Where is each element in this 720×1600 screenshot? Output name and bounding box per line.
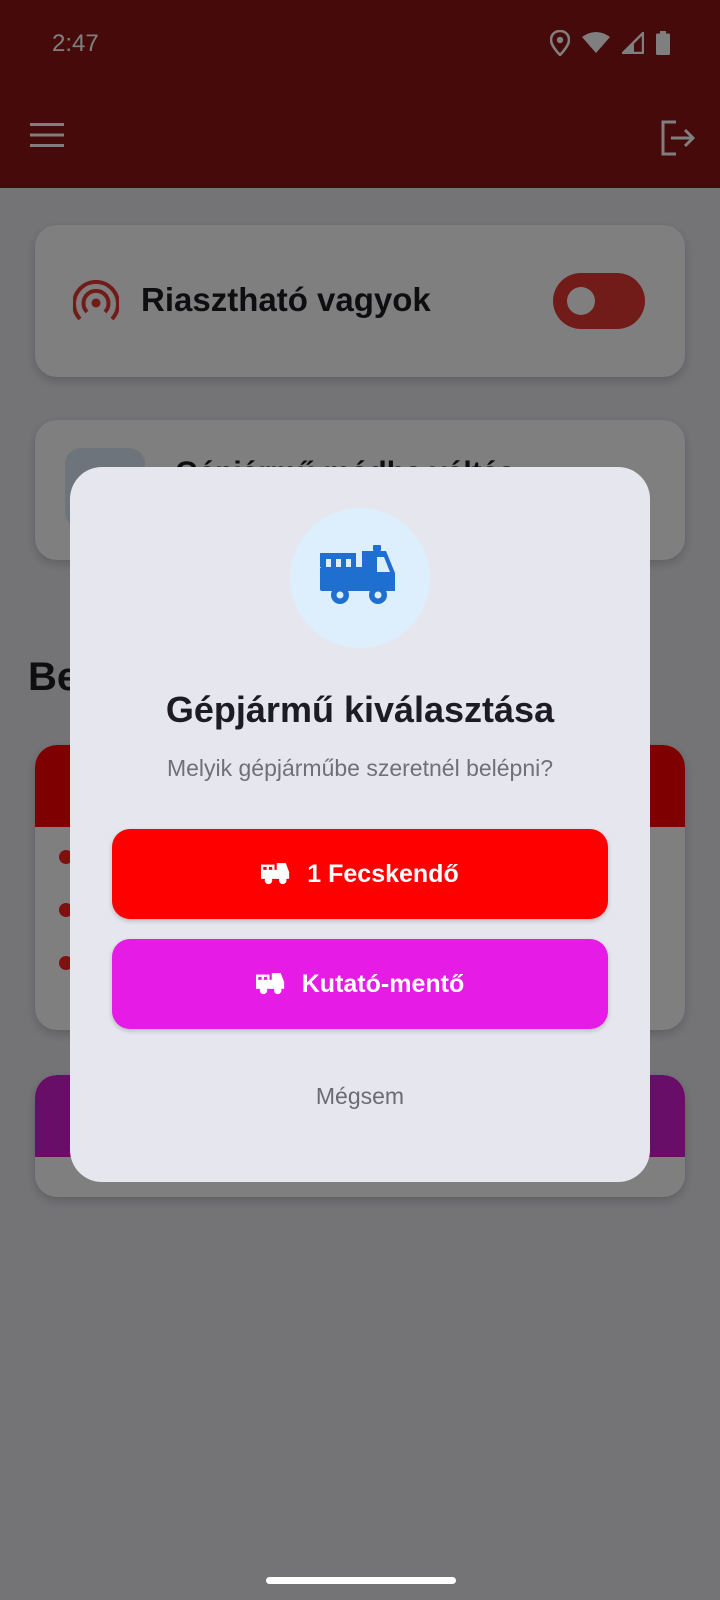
vehicle-option-label: 1 Fecskendő [307,859,459,888]
fire-truck-icon [255,973,284,995]
home-indicator[interactable] [266,1577,456,1584]
vehicle-select-dialog: Gépjármű kiválasztása Melyik gépjárműbe … [70,467,650,1182]
vehicle-option-fecskendo-button[interactable]: 1 Fecskendő [112,829,608,919]
cancel-button[interactable]: Mégsem [70,1083,650,1110]
vehicle-option-label: Kutató-mentő [301,969,465,998]
dialog-subtitle: Melyik gépjárműbe szeretnél belépni? [166,755,554,781]
dialog-icon-circle [290,508,430,648]
fire-truck-icon [261,863,290,885]
fire-truck-icon [320,545,395,604]
vehicle-option-kutato-mento-button[interactable]: Kutató-mentő [112,939,608,1029]
dialog-title: Gépjármű kiválasztása [165,689,555,730]
